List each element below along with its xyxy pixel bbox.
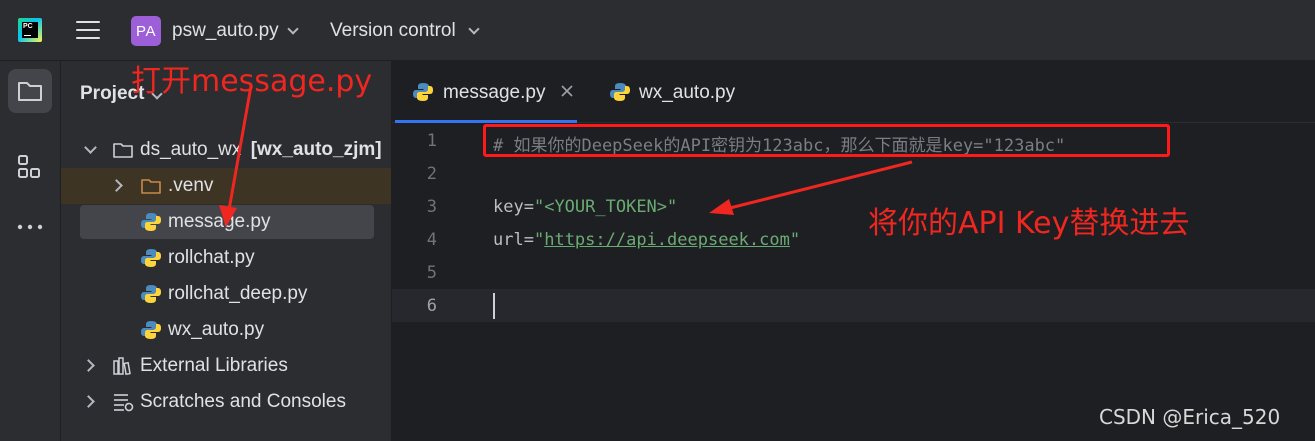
code-operator: = — [523, 197, 534, 217]
code-url-link[interactable]: https://api.deepseek.com — [544, 230, 790, 250]
python-file-icon — [413, 83, 433, 101]
folder-icon — [141, 179, 161, 194]
project-tool-button[interactable] — [8, 69, 52, 113]
line-number: 1 — [426, 131, 437, 151]
python-file-icon — [141, 285, 161, 303]
tree-item-venv[interactable]: .venv — [61, 168, 391, 204]
line-number: 3 — [426, 197, 437, 217]
python-file-icon — [141, 249, 161, 267]
tree-item-wx-auto-py[interactable]: wx_auto.py — [61, 312, 391, 348]
annotation-replace-key: 将你的API Key替换进去 — [868, 206, 1190, 241]
tree-item-label: External Libraries — [140, 355, 288, 376]
editor: message.py wx_auto.py 1 # 如果你的DeepSeek的A… — [392, 61, 1315, 441]
chevron-right-icon[interactable] — [110, 179, 123, 192]
pycharm-logo-icon[interactable]: PC — [18, 18, 42, 42]
chevron-down-icon[interactable] — [468, 23, 480, 35]
version-control-menu[interactable]: Version control — [330, 20, 456, 42]
app-logo-text: PC — [23, 23, 33, 30]
text-caret — [493, 293, 495, 319]
project-badge[interactable]: PA — [131, 16, 161, 46]
code-identifier: key — [493, 197, 524, 217]
line-number: 6 — [426, 296, 437, 316]
chevron-down-icon[interactable] — [84, 141, 97, 154]
chevron-down-icon[interactable] — [287, 23, 299, 35]
code-identifier: url — [493, 230, 524, 250]
code-string-quote: " — [789, 230, 801, 250]
chevron-right-icon[interactable] — [82, 395, 95, 408]
tree-item-rollchat-deep-py[interactable]: rollchat_deep.py — [61, 276, 391, 312]
tab-label: message.py — [443, 82, 546, 103]
line-number: 5 — [426, 263, 437, 283]
scratches-icon — [114, 394, 134, 412]
more-icon[interactable] — [16, 213, 44, 241]
hamburger-menu-icon[interactable] — [76, 20, 100, 40]
tree-item-label: message.py — [168, 211, 271, 232]
project-name[interactable]: psw_auto.py — [172, 20, 279, 42]
python-file-icon — [141, 321, 161, 339]
tree-item-external-libraries[interactable]: External Libraries — [61, 348, 391, 384]
library-icon — [113, 357, 131, 376]
tab-message-py[interactable]: message.py — [392, 61, 582, 123]
tab-label: wx_auto.py — [639, 82, 736, 103]
folder-icon — [113, 143, 133, 158]
line-number: 4 — [426, 230, 437, 250]
tree-item-message-py[interactable]: message.py — [61, 204, 391, 240]
tree-item-ds-auto-wx[interactable]: ds_auto_wx [wx_auto_zjm] C — [61, 132, 391, 168]
line-number: 2 — [426, 164, 437, 184]
code-string-quote: " — [533, 230, 545, 250]
tree-item-rollchat-py[interactable]: rollchat.py — [61, 240, 391, 276]
project-panel: Project ds_auto_wx [wx_auto_zjm] C .venv… — [61, 61, 392, 441]
tree-item-scratches-and-consoles[interactable]: Scratches and Consoles — [61, 384, 391, 420]
tree-item-label: wx_auto.py — [168, 319, 265, 340]
annotation-open-file: 打开message.py — [131, 64, 373, 99]
structure-icon[interactable] — [16, 153, 44, 181]
folder-icon — [18, 82, 42, 101]
code-line-5[interactable]: 5 — [392, 256, 1315, 289]
watermark: CSDN @Erica_520 — [1099, 405, 1281, 429]
python-file-icon — [141, 213, 161, 231]
tree-item-label: rollchat_deep.py — [168, 283, 308, 304]
code-string: "<YOUR_TOKEN>" — [533, 197, 678, 217]
editor-tab-bar: message.py wx_auto.py — [392, 61, 1315, 123]
tree-item-label: rollchat.py — [168, 247, 255, 268]
tab-wx-auto-py[interactable]: wx_auto.py — [592, 61, 762, 123]
module-suffix: [wx_auto_zjm] — [250, 139, 382, 160]
code-operator: = — [523, 230, 534, 250]
tool-window-strip — [0, 61, 61, 441]
tree-item-label: .venv — [168, 175, 214, 196]
chevron-right-icon[interactable] — [82, 359, 95, 372]
code-editor[interactable]: 1 # 如果你的DeepSeek的API密钥为123abc，那么下面就是key=… — [392, 123, 1315, 441]
code-line-2[interactable]: 2 — [392, 157, 1315, 190]
annotation-highlight-box — [483, 124, 1170, 157]
title-bar: PC PA psw_auto.py Version control — [0, 0, 1315, 61]
python-file-icon — [610, 83, 630, 101]
close-icon[interactable] — [560, 84, 574, 98]
tree-item-label: ds_auto_wx — [140, 139, 242, 160]
code-line-6[interactable]: 6 — [392, 289, 1315, 322]
tree-item-label: Scratches and Consoles — [140, 391, 346, 412]
